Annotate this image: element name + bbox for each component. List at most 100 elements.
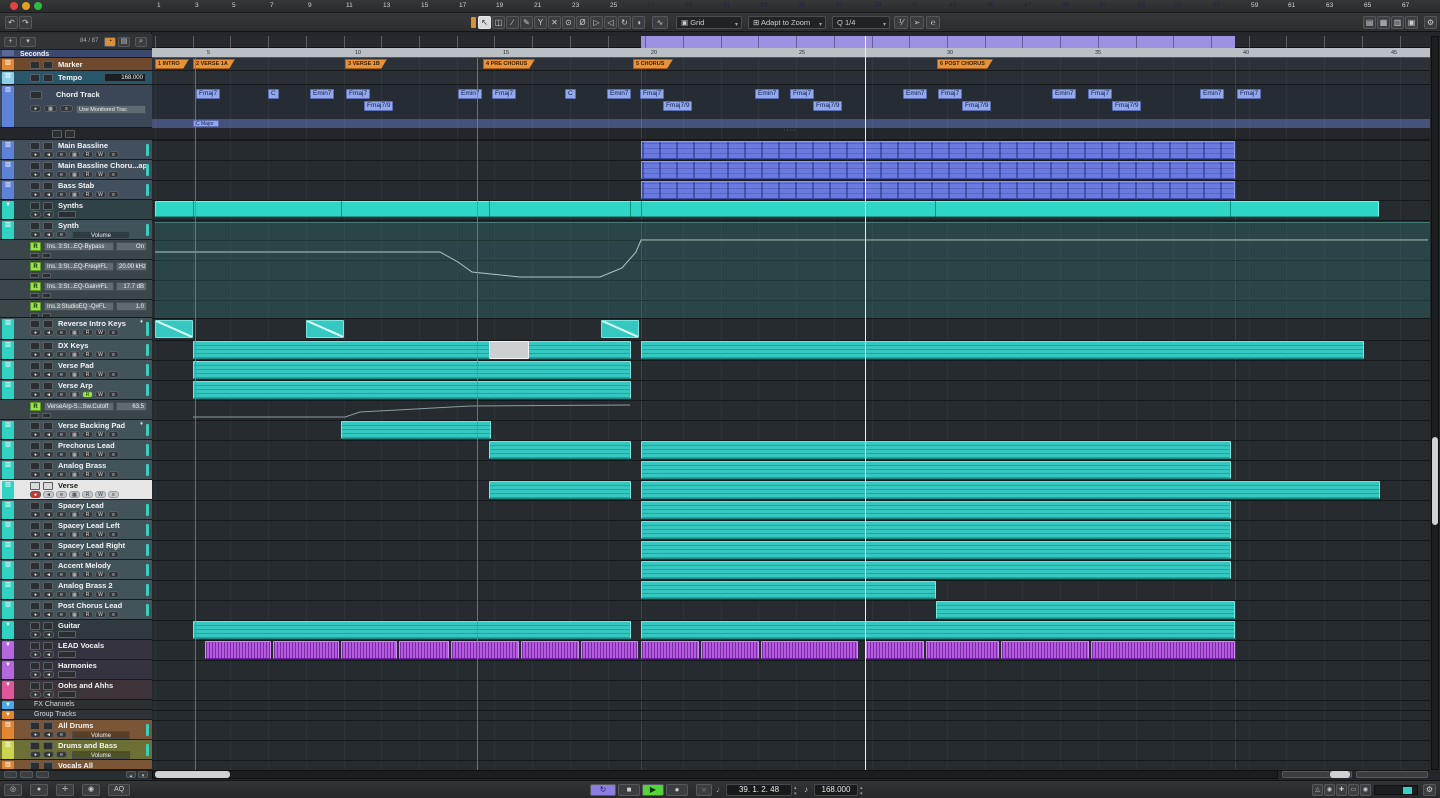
audition-tool[interactable]: ◁	[604, 16, 617, 29]
mute-button[interactable]	[30, 482, 40, 490]
mute-button[interactable]	[30, 642, 40, 650]
track-control-button[interactable]: ▦	[69, 451, 80, 458]
track-control-button[interactable]: ◄	[43, 329, 54, 336]
vocal-event[interactable]	[521, 641, 579, 659]
solo-button[interactable]	[43, 582, 53, 590]
solo-button[interactable]	[43, 742, 53, 750]
track-control-button[interactable]: W	[95, 511, 106, 518]
mute-button[interactable]	[30, 422, 40, 430]
solo-button[interactable]	[43, 622, 53, 630]
panel-footer-button[interactable]	[4, 771, 17, 778]
track-control-button[interactable]: ◄	[43, 751, 54, 758]
track-list-mode-button[interactable]: ▤	[118, 37, 130, 47]
automation-value[interactable]: 1.0	[116, 302, 147, 311]
track-control-button[interactable]: ▦	[69, 171, 80, 178]
chord-event[interactable]: Fmaj7	[492, 89, 516, 99]
marker-event[interactable]: 6 POST CHORUS	[937, 59, 993, 69]
vocal-event[interactable]	[399, 641, 449, 659]
chord-event[interactable]: Fmaj7	[346, 89, 370, 99]
window-layout-button[interactable]: ▦	[1377, 16, 1390, 29]
chord-event[interactable]: Fmaj7/9	[663, 101, 692, 111]
event[interactable]	[641, 501, 1231, 519]
redo-button[interactable]: ↷	[19, 16, 32, 29]
automation-value[interactable]: On	[116, 242, 147, 251]
track-row-all-drums[interactable]: ▥All Drums●◄eVolume	[0, 720, 152, 740]
setup-gear-button[interactable]: ⚙	[1424, 16, 1437, 29]
track-control-button[interactable]: R	[82, 191, 93, 198]
track-control-button[interactable]: W	[95, 171, 106, 178]
panel-scroll-down-button[interactable]: ▾	[138, 771, 148, 778]
track-control-button[interactable]	[42, 253, 51, 258]
comp-tool[interactable]: ▷	[590, 16, 603, 29]
transport-left-button[interactable]: ✛	[56, 784, 74, 796]
tempo-display[interactable]: 168.000	[814, 784, 858, 796]
mute-button[interactable]	[30, 74, 40, 82]
chord-event[interactable]: Emin7	[755, 89, 779, 99]
track-control-button[interactable]: R	[82, 591, 93, 598]
chord-voicing-button[interactable]: ≡	[60, 105, 73, 112]
track-control-button[interactable]: ◄	[43, 571, 54, 578]
track-control-button[interactable]: ●	[30, 731, 41, 738]
track-control-button[interactable]: ●	[30, 211, 41, 218]
track-control-button[interactable]: e	[56, 151, 67, 158]
track-control-button[interactable]: ▦	[69, 551, 80, 558]
transport-right-button[interactable]: ✚	[1336, 784, 1347, 796]
chord-event[interactable]: Emin7	[310, 89, 334, 99]
track-row-drums-and-bass[interactable]: ▥Drums and Bass●◄eVolume	[0, 740, 152, 760]
zoom-tool[interactable]: ⊙	[562, 16, 575, 29]
volume-parameter-box[interactable]: Volume	[72, 231, 130, 239]
vocal-event[interactable]	[926, 641, 999, 659]
solo-button[interactable]	[43, 682, 53, 690]
track-control-button[interactable]: ≡	[108, 151, 119, 158]
track-row-main-bassline-choru-ap[interactable]: ▥Main Bassline Choru...ap●◄e▦RW≡	[0, 160, 152, 180]
track-control-button[interactable]: ◄	[43, 691, 54, 698]
automation-parameter-name[interactable]: Ins. 3:St...EQ-Bypass	[44, 242, 114, 251]
track-control-button[interactable]: R	[82, 151, 93, 158]
automation-value[interactable]: 20.00 kHz	[116, 262, 147, 271]
vocal-event[interactable]	[641, 641, 699, 659]
track-control-button[interactable]: ◄	[43, 491, 54, 498]
track-control-button[interactable]: ●	[30, 431, 41, 438]
metronome-icon[interactable]: ♪	[804, 785, 808, 794]
chord-event[interactable]: Fmaj7/9	[364, 101, 393, 111]
event[interactable]	[641, 161, 1235, 179]
track-control-button[interactable]: ≡	[108, 191, 119, 198]
solo-button[interactable]	[43, 320, 53, 328]
track-control-button[interactable]	[30, 293, 39, 298]
mute-button[interactable]	[30, 362, 40, 370]
solo-button[interactable]	[43, 182, 53, 190]
track-row-ins-3-st-eq-bypass[interactable]: RIns. 3:St...EQ-BypassOn	[0, 240, 152, 260]
track-control-button[interactable]: e	[56, 551, 67, 558]
track-control-button[interactable]: ▦	[69, 151, 80, 158]
event[interactable]	[641, 441, 1231, 459]
chord-event[interactable]: Fmaj7	[1237, 89, 1261, 99]
track-control-button[interactable]: ≡	[108, 491, 119, 498]
tempo-stepper[interactable]: ▴▾	[860, 785, 863, 797]
horizontal-scrollbar[interactable]	[152, 770, 1278, 779]
track-control-button[interactable]: ▦	[69, 431, 80, 438]
solo-button[interactable]	[43, 342, 53, 350]
automation-read-button[interactable]: R	[30, 262, 41, 271]
track-control-button[interactable]: ≡	[108, 471, 119, 478]
track-control-button[interactable]: W	[95, 491, 106, 498]
chord-event[interactable]: Fmaj7	[938, 89, 962, 99]
mute-button[interactable]	[30, 582, 40, 590]
solo-button[interactable]	[43, 482, 53, 490]
track-control-button[interactable]: e	[56, 371, 67, 378]
solo-button[interactable]	[43, 442, 53, 450]
track-control-button[interactable]: ◄	[43, 371, 54, 378]
marker-event[interactable]: 2 VERSE 1A	[193, 59, 235, 69]
track-control-button[interactable]: ●	[30, 491, 41, 498]
track-row-seconds[interactable]: Seconds	[0, 50, 152, 58]
track-control-button[interactable]: ≡	[108, 431, 119, 438]
chord-event[interactable]: Emin7	[1052, 89, 1076, 99]
track-control-button[interactable]: ●	[30, 611, 41, 618]
horizontal-scroll-thumb[interactable]	[155, 771, 230, 778]
track-control-button[interactable]: R	[82, 451, 93, 458]
track-control-button[interactable]: ●	[30, 551, 41, 558]
track-control-button[interactable]: R	[82, 551, 93, 558]
track-folder-button[interactable]: ▾	[20, 37, 36, 47]
mute-button[interactable]	[30, 522, 40, 530]
record-button[interactable]: ●	[666, 784, 688, 796]
mute-button[interactable]	[30, 542, 40, 550]
